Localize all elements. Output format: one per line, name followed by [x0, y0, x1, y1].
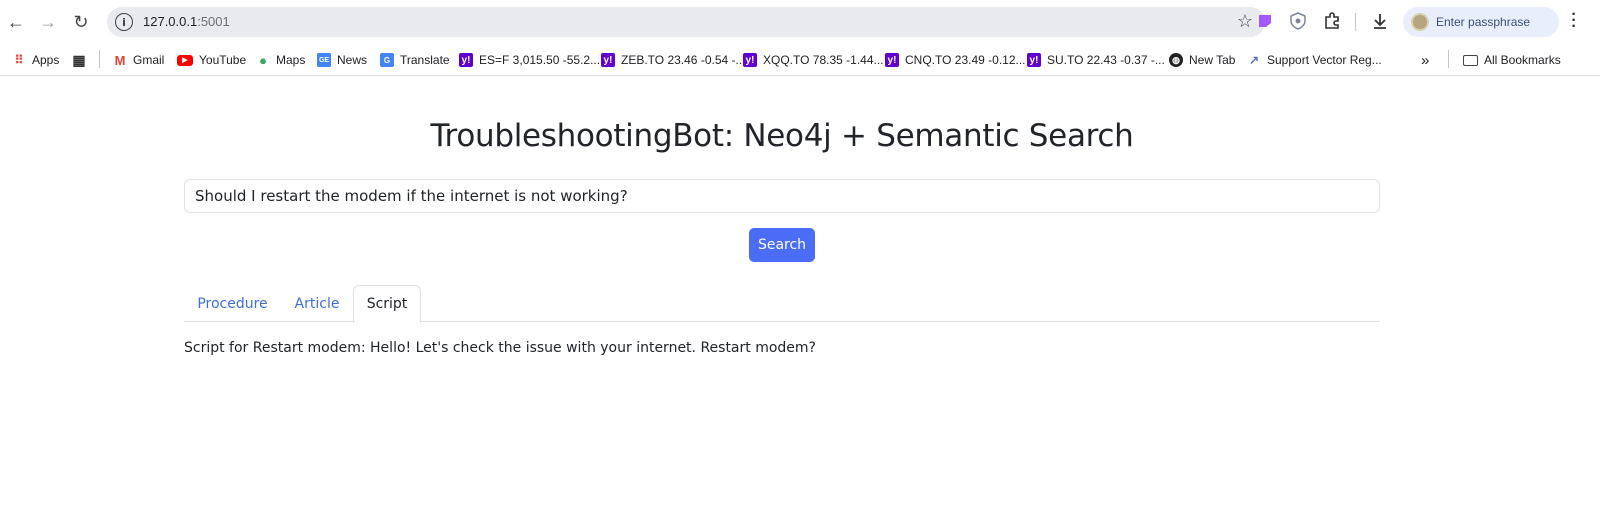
back-arrow-icon[interactable]: ←: [3, 9, 29, 35]
bookmark-youtube-label: YouTube: [199, 53, 247, 67]
yahoo-icon: y!: [743, 53, 757, 67]
yahoo-icon: y!: [459, 53, 473, 67]
tab-procedure[interactable]: Procedure: [184, 285, 281, 322]
url-port: :5001: [197, 14, 230, 29]
bookmark-svr-label: Support Vector Reg...: [1267, 53, 1382, 67]
chevron-double-right-icon: »: [1421, 51, 1430, 69]
translate-icon: G: [380, 53, 394, 67]
bookmark-maps[interactable]: ● Maps: [256, 50, 305, 70]
reload-icon[interactable]: ↻: [68, 9, 94, 35]
bookmark-apps[interactable]: ⠿ Apps: [12, 50, 60, 70]
search-button[interactable]: Search: [749, 228, 815, 262]
shield-extension-icon[interactable]: [1288, 11, 1308, 31]
bookmark-all-bookmarks[interactable]: All Bookmarks: [1463, 50, 1561, 70]
bookmark-xqq-label: XQQ.TO 78.35 -1.44...: [763, 53, 884, 67]
bookmark-cnq[interactable]: y! CNQ.TO 23.49 -0.12...: [885, 50, 1026, 70]
address-bar[interactable]: i 127.0.0.1:5001 ☆: [107, 7, 1265, 37]
search-input[interactable]: [184, 179, 1380, 213]
url-text[interactable]: 127.0.0.1:5001: [143, 14, 230, 29]
bookmark-gmail[interactable]: M Gmail: [113, 50, 164, 70]
news-icon: GE: [317, 53, 331, 67]
bookmarks-overflow-button[interactable]: »: [1421, 50, 1429, 70]
bookmark-translate[interactable]: G Translate: [380, 50, 450, 70]
apps-grid-icon: ⠿: [14, 53, 24, 67]
bookmark-maps-label: Maps: [276, 53, 306, 67]
bookmark-gmail-label: Gmail: [133, 53, 165, 67]
passphrase-label: Enter passphrase: [1436, 15, 1531, 29]
extension-purple-icon[interactable]: [1255, 11, 1275, 31]
forward-arrow-icon[interactable]: →: [35, 9, 61, 35]
bookmarks-divider: [1448, 50, 1449, 68]
tab-groups-icon: ▦: [72, 51, 86, 68]
bookmark-zeb[interactable]: y! ZEB.TO 23.46 -0.54 -...: [601, 50, 746, 70]
bookmark-apps-label: Apps: [32, 53, 60, 67]
page-title: TroubleshootingBot: Neo4j + Semantic Sea…: [430, 118, 1134, 154]
bookmark-su-label: SU.TO 22.43 -0.37 -...: [1047, 53, 1165, 67]
extensions-puzzle-icon[interactable]: [1322, 11, 1342, 31]
tab-script[interactable]: Script: [353, 285, 421, 323]
avatar: [1411, 13, 1429, 31]
bookmarks-divider: [99, 50, 100, 68]
toolbar-divider: [1355, 13, 1356, 31]
url-host: 127.0.0.1: [143, 14, 198, 29]
bookmark-youtube[interactable]: ▶ YouTube: [177, 50, 246, 70]
script-result-text: Script for Restart modem: Hello! Let's c…: [184, 340, 816, 356]
profile-passphrase-button[interactable]: Enter passphrase: [1403, 7, 1559, 37]
bookmark-svr[interactable]: ↗ Support Vector Reg...: [1247, 50, 1382, 70]
gmail-icon: M: [113, 52, 127, 68]
yahoo-icon: y!: [885, 53, 899, 67]
youtube-icon: ▶: [177, 54, 193, 66]
folder-icon: [1463, 54, 1478, 66]
bookmark-esf-label: ES=F 3,015.50 -55.2...: [479, 53, 601, 67]
bookmark-news[interactable]: GE News: [317, 50, 367, 70]
yahoo-icon: y!: [1027, 53, 1041, 67]
bookmark-cnq-label: CNQ.TO 23.49 -0.12...: [905, 53, 1026, 67]
all-bookmarks-label: All Bookmarks: [1484, 53, 1561, 67]
bookmark-news-label: News: [337, 53, 368, 67]
bookmark-star-icon[interactable]: ☆: [1237, 11, 1253, 32]
site-info-icon[interactable]: i: [115, 13, 133, 31]
browser-toolbar: ← → ↻ i 127.0.0.1:5001 ☆ Enter passphras…: [0, 0, 1600, 44]
more-menu-icon[interactable]: · · ·: [1568, 7, 1580, 35]
globe-icon: ◍: [1169, 53, 1183, 67]
maps-pin-icon: ●: [256, 53, 270, 68]
download-icon[interactable]: [1370, 11, 1390, 31]
bookmarks-bar: ⠿ Apps ▦ M Gmail ▶ YouTube ● Maps GE News G Tr…: [0, 44, 1600, 76]
bookmark-su[interactable]: y! SU.TO 22.43 -0.37 -...: [1027, 50, 1165, 70]
bookmark-xqq[interactable]: y! XQQ.TO 78.35 -1.44...: [743, 50, 884, 70]
tab-article[interactable]: Article: [281, 285, 353, 322]
chart-line-icon: ↗: [1247, 53, 1261, 67]
bookmark-newtab[interactable]: ◍ New Tab: [1169, 50, 1235, 70]
bookmark-zeb-label: ZEB.TO 23.46 -0.54 -...: [621, 53, 746, 67]
bookmark-grid[interactable]: ▦: [72, 50, 92, 70]
bookmark-translate-label: Translate: [400, 53, 450, 67]
result-tabs: Procedure Article Script: [184, 285, 1380, 323]
bookmark-newtab-label: New Tab: [1189, 53, 1236, 67]
bookmark-esf[interactable]: y! ES=F 3,015.50 -55.2...: [459, 50, 600, 70]
yahoo-icon: y!: [601, 53, 615, 67]
